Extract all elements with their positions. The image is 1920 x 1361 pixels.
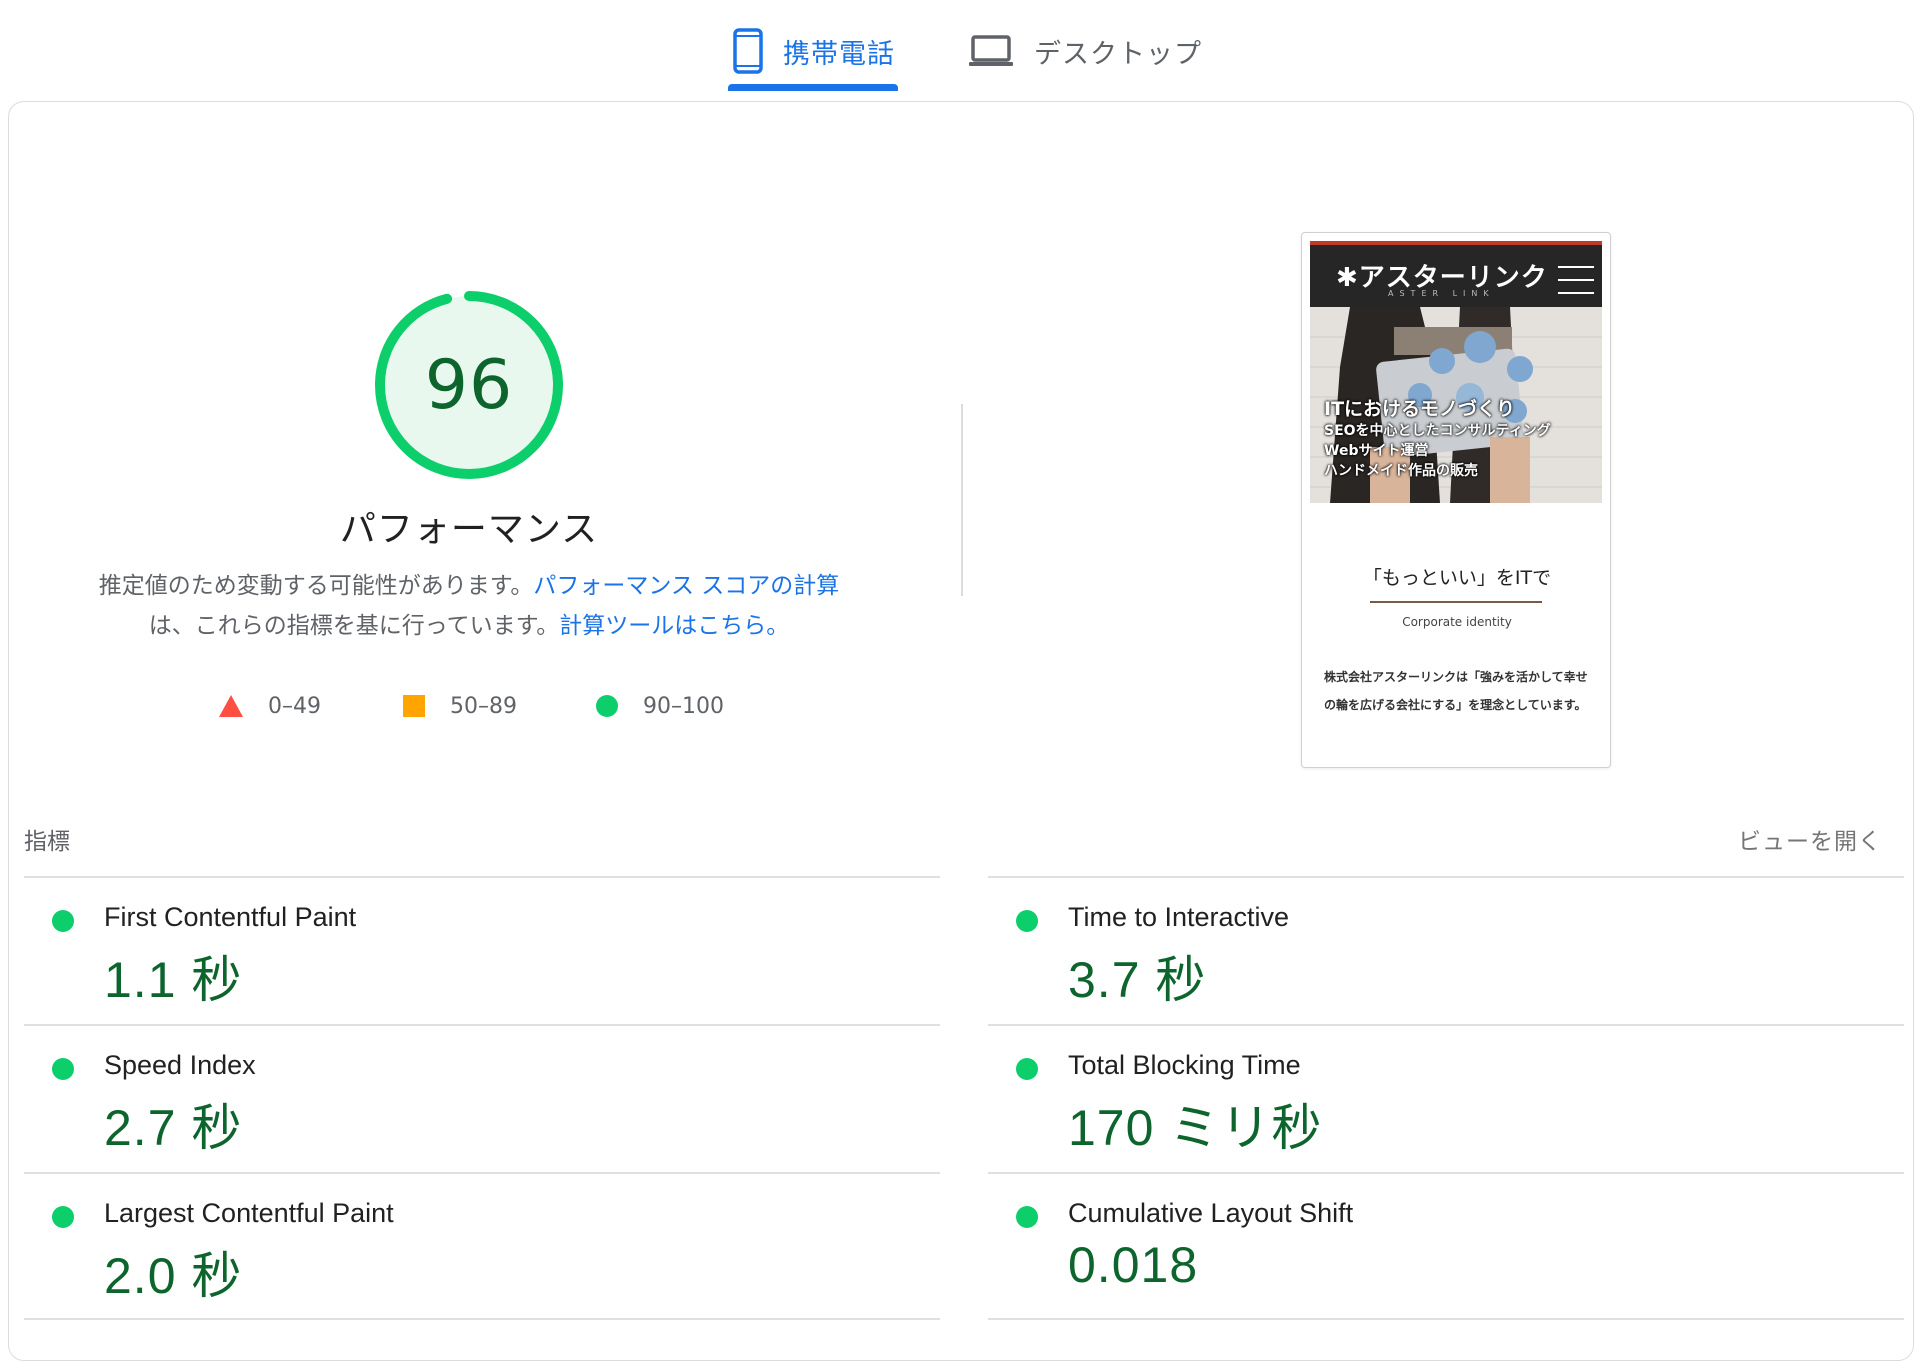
- legend-average-label: 50–89: [450, 693, 517, 719]
- metric-value: 0.018: [1068, 1237, 1199, 1293]
- thumbnail-body-text: 株式会社アスターリンクは「強みを活かして幸せの輪を広げる会社にする」を理念として…: [1324, 670, 1588, 712]
- metric-time-to-interactive: Time to Interactive 3.7 秒: [988, 878, 1888, 1026]
- metric-value: 3.7 秒: [1068, 952, 1207, 1008]
- metric-first-contentful-paint: First Contentful Paint 1.1 秒: [24, 878, 924, 1026]
- metric-total-blocking-time: Total Blocking Time 170 ミリ秒: [988, 1026, 1888, 1174]
- metric-cumulative-layout-shift: Cumulative Layout Shift 0.018: [988, 1174, 1888, 1322]
- legend-pass: 90–100: [595, 688, 724, 724]
- legend-average: 50–89: [402, 688, 517, 724]
- pass-circle-icon: [1016, 1206, 1038, 1228]
- pass-circle-icon: [1016, 910, 1038, 932]
- laptop-icon: [969, 35, 1013, 66]
- description-text-1: 推定値のため変動する可能性があります。: [98, 573, 534, 599]
- hero-line-2: SEOを中心としたコンサルティング: [1324, 423, 1551, 439]
- metric-name: First Contentful Paint: [104, 902, 357, 932]
- hamburger-menu-icon: [1558, 266, 1594, 294]
- description-text-2: は、これらの指標を基に行っています。: [148, 613, 560, 639]
- active-tab-indicator: [728, 84, 898, 91]
- score-calculation-link[interactable]: パフォーマンス スコアの計算: [533, 573, 839, 599]
- thumbnail-tagline-underline: [1370, 601, 1542, 603]
- calculator-link[interactable]: 計算ツールはこちら。: [559, 613, 789, 639]
- thumbnail-hero-text: ITにおけるモノづくり SEOを中心としたコンサルティング Webサイト運営 ハ…: [1324, 397, 1551, 481]
- metrics-heading: 指標: [24, 829, 70, 855]
- metric-value: 2.7 秒: [104, 1100, 243, 1156]
- metric-name: Speed Index: [104, 1050, 256, 1080]
- tab-desktop[interactable]: デスクトップ: [968, 16, 1202, 86]
- metric-value: 1.1 秒: [104, 952, 243, 1008]
- gauge-title: パフォーマンス: [339, 509, 599, 550]
- hero-line-1: ITにおけるモノづくり: [1324, 398, 1516, 420]
- triangle-icon: [219, 695, 243, 717]
- expand-view-toggle[interactable]: ビューを開く: [1738, 822, 1882, 856]
- score-description: 推定値のため変動する可能性があります。パフォーマンス スコアの計算 は、これらの…: [60, 566, 878, 646]
- pass-circle-icon: [1016, 1058, 1038, 1080]
- thumbnail-subtitle: Corporate identity: [1402, 615, 1512, 629]
- pass-circle-icon: [52, 1206, 74, 1228]
- metric-name: Largest Contentful Paint: [104, 1198, 394, 1228]
- performance-gauge[interactable]: 96: [366, 282, 572, 488]
- tab-desktop-label: デスクトップ: [1034, 38, 1202, 70]
- thumbnail-tagline: 「もっといい」をITで: [1362, 567, 1552, 589]
- page-screenshot-thumbnail[interactable]: ✱アスターリンク ASTER LINK ITにおけるモノづくり SEOを中心とし…: [1301, 232, 1611, 768]
- performance-score: 96: [424, 345, 514, 425]
- metric-name: Total Blocking Time: [1068, 1050, 1301, 1080]
- pass-circle-icon: [52, 910, 74, 932]
- tab-mobile-label: 携帯電話: [783, 38, 895, 70]
- thumbnail-hero-image: ITにおけるモノづくり SEOを中心としたコンサルティング Webサイト運営 ハ…: [1310, 307, 1602, 503]
- metric-largest-contentful-paint: Largest Contentful Paint 2.0 秒: [24, 1174, 924, 1322]
- pass-circle-icon: [52, 1058, 74, 1080]
- metric-name: Time to Interactive: [1068, 902, 1290, 932]
- thumbnail-logo-sub: ASTER LINK: [1388, 289, 1495, 298]
- legend-pass-label: 90–100: [643, 693, 724, 719]
- mobile-phone-icon: [733, 28, 763, 74]
- metric-speed-index: Speed Index 2.7 秒: [24, 1026, 924, 1174]
- metric-value: 2.0 秒: [104, 1248, 243, 1304]
- device-tabs: 携帯電話 デスクトップ: [0, 0, 1920, 96]
- legend-fail-label: 0–49: [268, 693, 321, 719]
- metric-value: 170 ミリ秒: [1068, 1100, 1323, 1156]
- square-icon: [403, 695, 425, 717]
- vertical-divider: [961, 404, 963, 596]
- metric-name: Cumulative Layout Shift: [1068, 1198, 1354, 1228]
- hero-line-3: Webサイト運営: [1324, 443, 1429, 459]
- legend-fail: 0–49: [218, 688, 321, 724]
- hero-line-4: ハンドメイド作品の販売: [1324, 463, 1478, 479]
- circle-icon: [596, 695, 618, 717]
- thumbnail-site-header: ✱アスターリンク ASTER LINK: [1310, 241, 1602, 307]
- tab-mobile[interactable]: 携帯電話: [733, 16, 895, 86]
